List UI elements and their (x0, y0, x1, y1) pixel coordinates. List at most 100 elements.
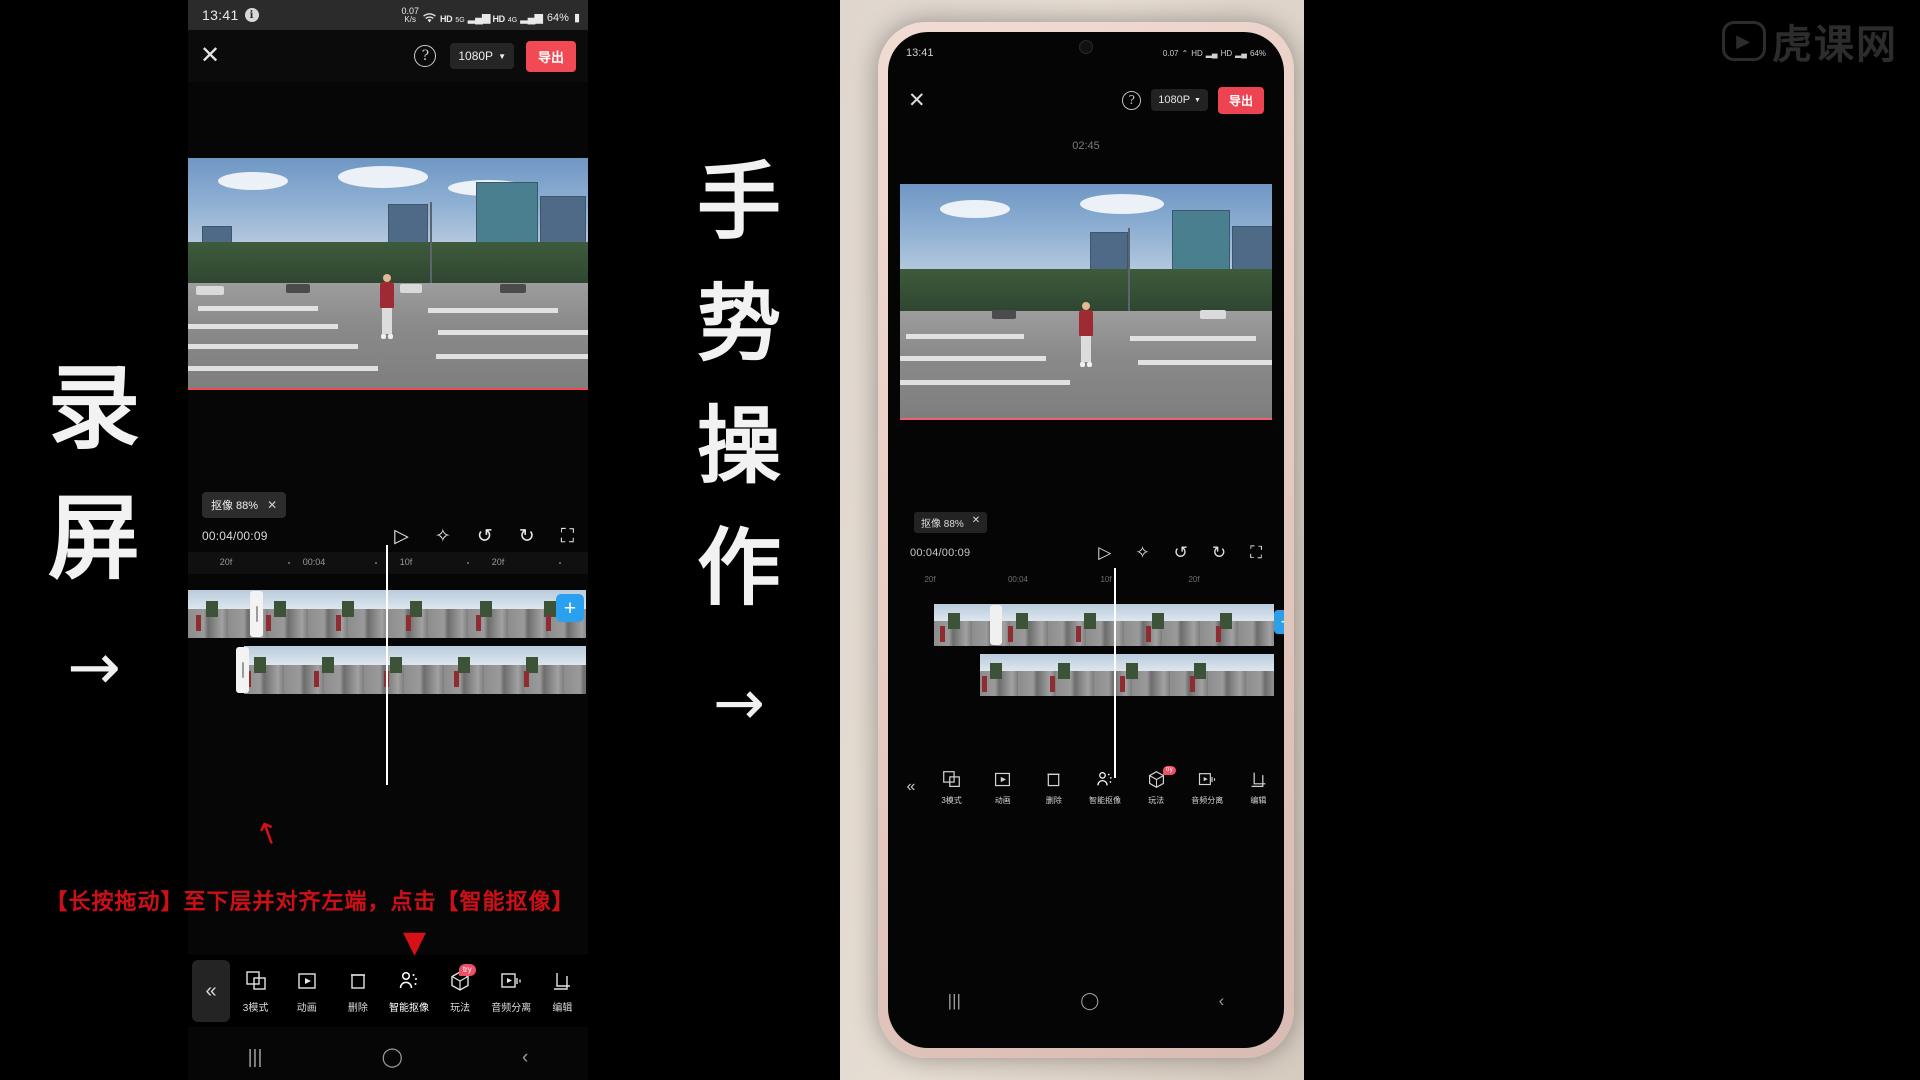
toolbar-item-mode[interactable]: 3模式 (230, 968, 281, 1014)
close-icon[interactable]: ✕ (908, 88, 926, 113)
fullscreen-icon[interactable]: ⛶ (1250, 543, 1262, 563)
help-icon[interactable]: ? (414, 45, 437, 67)
clip-trim-handle[interactable] (236, 647, 249, 693)
cloud (338, 166, 428, 188)
collapse-toolbar-button[interactable]: « (192, 960, 230, 1022)
toolbar-item-audio-separate[interactable]: 音频分离 (1182, 769, 1233, 806)
vehicle (286, 284, 310, 293)
resolution-dropdown[interactable]: 1080P ▼ (1151, 89, 1208, 111)
ruler-tick-label: 00:04 (1007, 575, 1029, 584)
middle-annotation-char-2: 势 (696, 274, 781, 373)
recents-button[interactable]: ||| (948, 991, 961, 1011)
vehicle (196, 286, 224, 295)
toolbar-item-playstyle[interactable]: try 玩法 (435, 964, 486, 1014)
timeline-tracks[interactable]: + (188, 574, 588, 704)
fullscreen-icon[interactable]: ⛶ (561, 527, 574, 546)
watermark-text: 虎课网 (1772, 21, 1898, 68)
timeline-clip-lower[interactable] (244, 646, 586, 694)
screen-recording-panel: 13:41 i 0.07 K/s HD 5G ▂▄▆ HD 4G ▂▄▆ 64%… (188, 0, 588, 1080)
export-button[interactable]: 导出 (525, 40, 576, 72)
crosswalk-stripe (1130, 336, 1256, 341)
keying-status-badge[interactable]: 抠像 88% ✕ (914, 512, 988, 533)
mode-icon (942, 769, 961, 791)
vehicle (400, 284, 422, 293)
help-icon[interactable]: ? (1122, 90, 1142, 110)
phone-timeline-clip-lower[interactable] (980, 654, 1274, 696)
add-clip-button[interactable]: + (556, 594, 584, 622)
toolbar-label: 动画 (296, 1003, 317, 1014)
timecode: 00:04/00:09 (202, 529, 268, 543)
keying-status-badge[interactable]: 抠像 88% ✕ (202, 492, 287, 518)
battery-icon: ▮ (573, 11, 580, 24)
resolution-label: 1080P (1158, 94, 1191, 106)
phone-status-icons: 0.07 ⌃ HD ▂▄ HD ▂▄ 64% (1163, 49, 1266, 58)
resolution-dropdown[interactable]: 1080P ▼ (450, 43, 514, 69)
ruler-tick-label: 10f (399, 557, 413, 567)
home-button[interactable]: ◯ (1080, 991, 1099, 1011)
delete-icon (347, 968, 369, 994)
toolbar-item-audio-separate[interactable]: 音频分离 (486, 968, 537, 1014)
phone-toolbar-items: 3模式 动画 删除 智能抠像 try 玩法 音频分离 编辑 (926, 765, 1284, 806)
undo-icon[interactable]: ↺ (1174, 543, 1188, 563)
left-annotation-char-1: 录 (47, 354, 140, 462)
phone-app-header: ✕ ? 1080P ▼ 导出 (888, 76, 1284, 124)
redo-icon[interactable]: ↻ (519, 527, 535, 546)
toolbar-item-playstyle[interactable]: try 玩法 (1131, 765, 1182, 806)
toolbar-item-mode[interactable]: 3模式 (926, 769, 977, 806)
subject-person (1075, 302, 1097, 374)
recents-button[interactable]: ||| (248, 1047, 263, 1069)
ruler-tick-label: 20f (219, 557, 233, 567)
wifi-icon (422, 12, 437, 24)
toolbar-item-smart-keying[interactable]: 智能抠像 (1079, 769, 1130, 806)
ruler-tick-label: 10f (1100, 575, 1112, 584)
left-annotation-column: 录 屏 → (0, 0, 188, 1080)
phone-timeline-ruler[interactable]: 20f 00:04 10f 20f (888, 572, 1284, 590)
undo-icon[interactable]: ↺ (477, 527, 493, 546)
app-header: ✕ ? 1080P ▼ 导出 (188, 30, 588, 82)
try-badge: try (1163, 765, 1176, 776)
smart-keying-icon (1095, 769, 1115, 791)
toolbar-item-delete[interactable]: 删除 (332, 968, 383, 1014)
back-button[interactable]: ‹ (522, 1047, 528, 1069)
close-icon[interactable]: ✕ (267, 499, 277, 511)
toolbar-item-edit[interactable]: 编辑 (537, 968, 588, 1014)
toolbar-item-smart-keying[interactable]: 智能抠像 (383, 968, 434, 1014)
toolbar-label: 音频分离 (491, 1003, 532, 1014)
toolbar-label: 玩法 (1148, 795, 1165, 805)
status-bar: 13:41 i 0.07 K/s HD 5G ▂▄▆ HD 4G ▂▄▆ 64%… (188, 0, 588, 30)
clip-trim-handle[interactable] (250, 591, 263, 637)
add-clip-button[interactable]: + (1274, 610, 1284, 634)
video-preview[interactable] (188, 158, 588, 390)
playhead-indicator[interactable] (386, 545, 388, 785)
smart-keying-icon (397, 968, 421, 994)
phone-transport-bar: 00:04/00:09 ▷ ✧ ↺ ↻ ⛶ (888, 538, 1284, 568)
export-button[interactable]: 导出 (1217, 86, 1264, 114)
close-icon[interactable]: ✕ (972, 515, 980, 530)
toolbar-item-delete[interactable]: 删除 (1028, 769, 1079, 806)
tutorial-screenshot: 录 屏 → 13:41 i 0.07 K/s HD 5G ▂▄▆ HD 4G ▂… (0, 0, 1920, 1080)
toolbar-item-animation[interactable]: 动画 (281, 968, 332, 1014)
phone-video-preview[interactable] (900, 184, 1272, 420)
timeline-ruler[interactable]: 20f 00:04 10f 20f (188, 552, 588, 574)
redo-icon[interactable]: ↻ (1212, 543, 1226, 563)
status-bar-time: 13:41 (202, 7, 239, 23)
playhead-indicator[interactable] (1114, 568, 1116, 778)
collapse-toolbar-button[interactable]: « (896, 778, 926, 796)
left-annotation-char-2: 屏 (47, 484, 140, 592)
clip-trim-handle[interactable] (990, 605, 1002, 645)
red-pointer-arrow-2: ▼ (403, 925, 427, 960)
toolbar-item-edit[interactable]: 编辑 (1233, 769, 1284, 806)
add-keyframe-icon[interactable]: ✧ (435, 527, 451, 546)
home-button[interactable]: ◯ (382, 1046, 403, 1069)
close-icon[interactable]: ✕ (200, 44, 220, 68)
toolbar-item-animation[interactable]: 动画 (977, 769, 1028, 806)
phone-timeline-clip-upper[interactable] (934, 604, 1274, 646)
light-pole (430, 202, 432, 286)
add-keyframe-icon[interactable]: ✧ (1135, 543, 1149, 563)
hd-label-2: HD (492, 13, 505, 24)
transport-bar: 00:04/00:09 ▷ ✧ ↺ ↻ ⛶ (188, 518, 588, 554)
back-button[interactable]: ‹ (1219, 991, 1225, 1011)
play-icon[interactable]: ▷ (394, 527, 409, 546)
play-icon[interactable]: ▷ (1098, 543, 1111, 563)
physical-phone-photo: 13:41 0.07 ⌃ HD ▂▄ HD ▂▄ 64% ✕ ? 1080P ▼… (840, 0, 1920, 1080)
